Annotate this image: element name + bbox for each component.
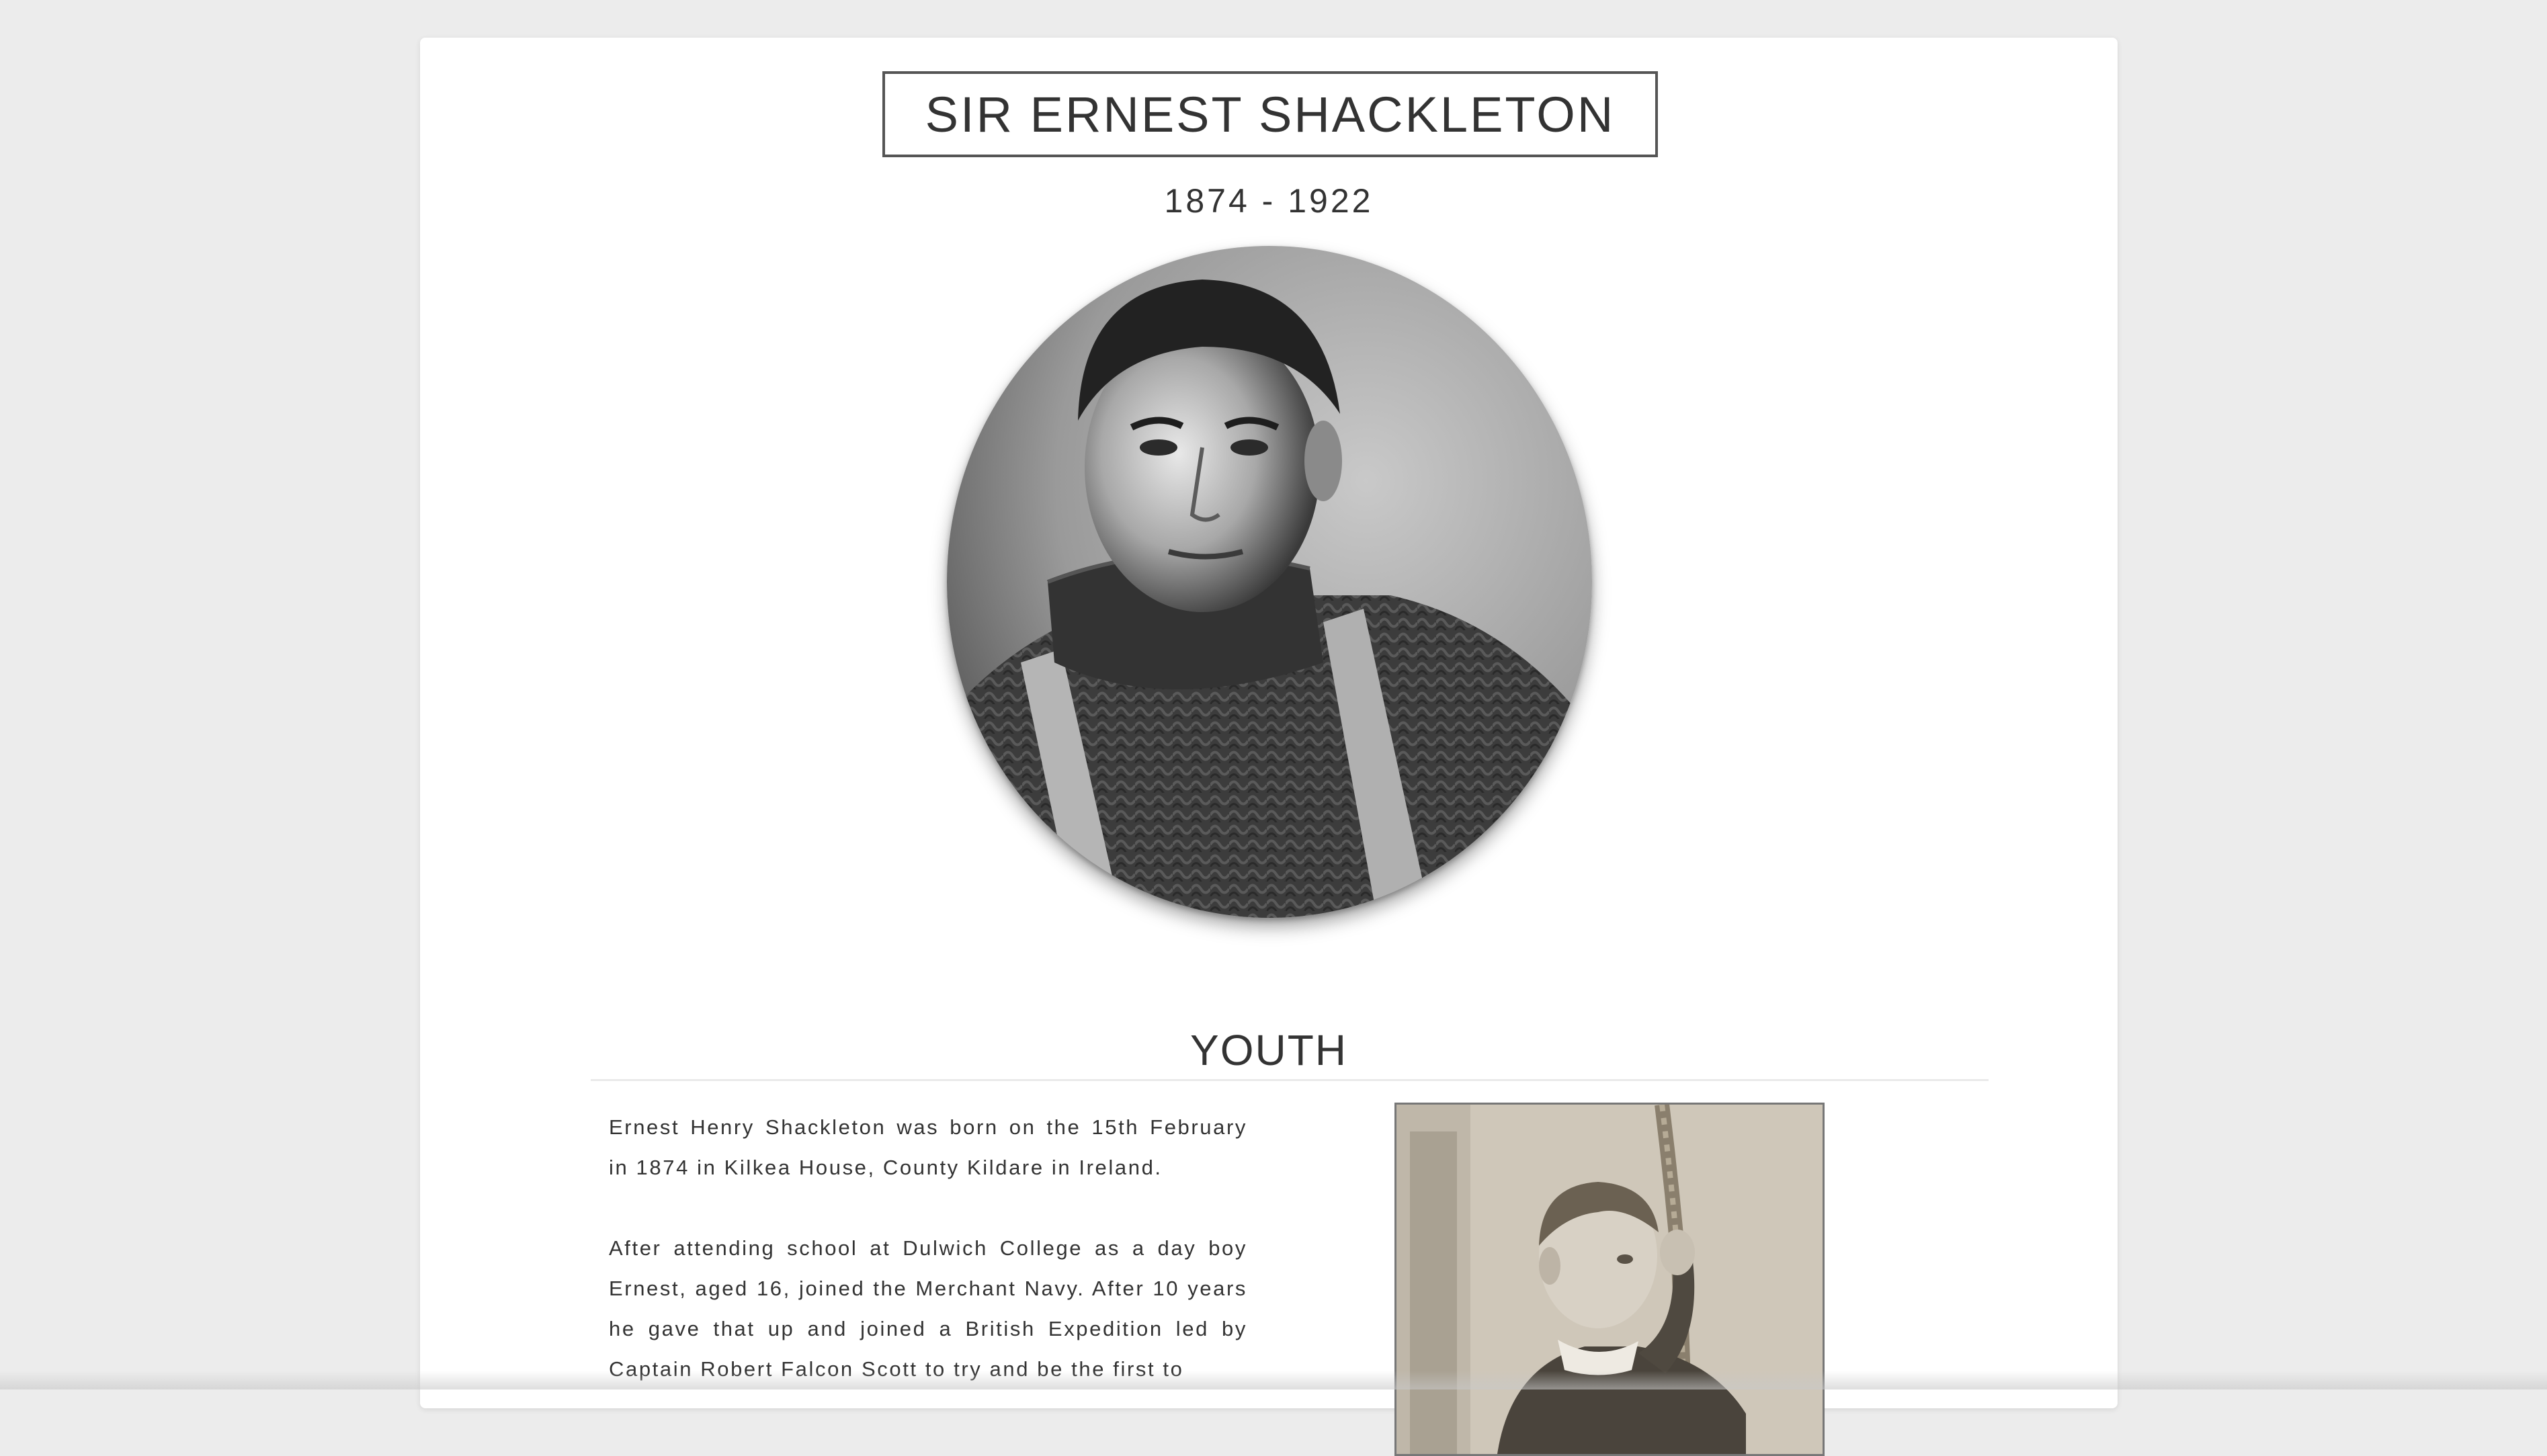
page-card: SIR ERNEST SHACKLETON 1874 - 1922 YOUTH … (420, 38, 2118, 1456)
bio-paragraph: Ernest Henry Shackleton was born on the … (609, 1115, 1247, 1179)
page-title: SIR ERNEST SHACKLETON (925, 86, 1616, 142)
youth-photo (1394, 1103, 1825, 1456)
life-dates: 1874 - 1922 (1164, 182, 1374, 220)
section-divider (591, 1079, 1989, 1081)
bottom-shade (0, 1371, 2547, 1389)
title-box: SIR ERNEST SHACKLETON (882, 71, 1658, 157)
bio-paragraph: After attending school at Dulwich Colleg… (609, 1236, 1247, 1381)
portrait-image (947, 246, 1592, 918)
section-heading-youth: YOUTH (1190, 1026, 1347, 1074)
